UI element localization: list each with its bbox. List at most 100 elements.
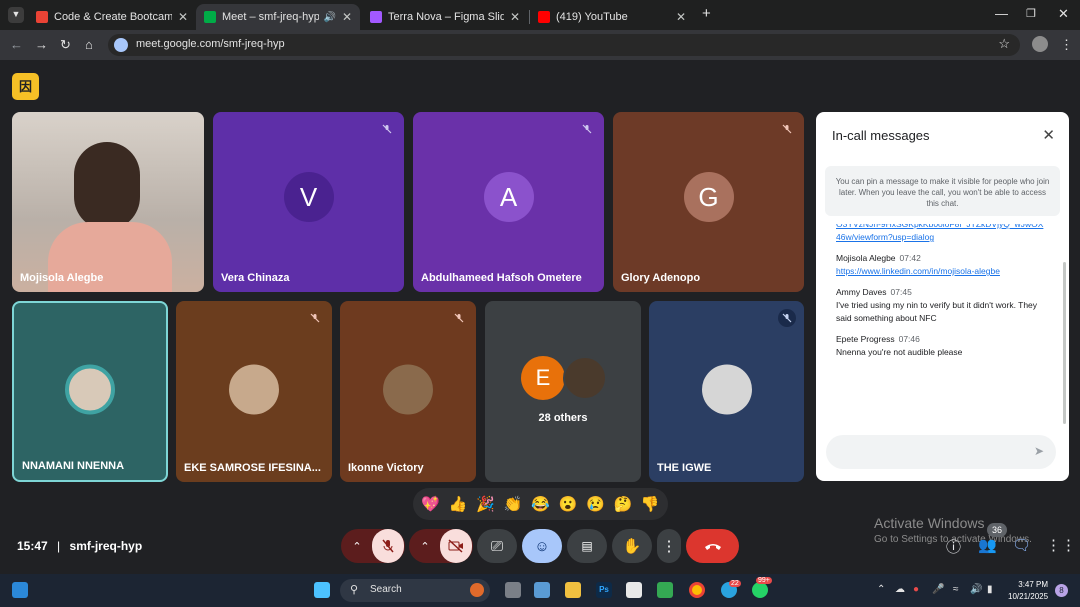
reaction-clapping[interactable]: 👏: [504, 495, 523, 513]
activities-icon[interactable]: ⋮⋮⋮: [1046, 536, 1080, 554]
message-input[interactable]: ➤: [826, 435, 1056, 469]
close-icon[interactable]: ✕: [510, 10, 520, 24]
avatar-letter: G: [683, 172, 734, 222]
close-icon[interactable]: ✕: [178, 10, 188, 24]
browser-toolbar: ← → ↻ ⌂ meet.google.com/smf-jreq-hyp ☆ ⋮: [0, 30, 1080, 60]
reaction-thumbs-up[interactable]: 👍: [449, 495, 468, 513]
tab-youtube[interactable]: (419) YouTube ✕: [530, 4, 694, 30]
battery-icon[interactable]: ▮: [987, 584, 993, 595]
notification-badge[interactable]: 8: [1055, 584, 1068, 597]
send-icon[interactable]: ➤: [1034, 444, 1044, 458]
close-icon[interactable]: ✕: [1042, 126, 1055, 144]
participant-tile[interactable]: Ikonne Victory: [340, 301, 476, 482]
participant-tile[interactable]: A Abdulhameed Hafsoh Ometere: [413, 112, 604, 292]
camera-off-toggle-icon[interactable]: [440, 529, 472, 563]
clock-time: 3:47 PM: [1018, 580, 1049, 589]
tab-bootcamp[interactable]: Code & Create Bootcamp Caro ✕: [28, 4, 196, 30]
sender-name: Mojisola Alegbe: [836, 253, 896, 263]
mic-options-chevron-icon[interactable]: ⌃: [342, 540, 372, 553]
camera-options-chevron-icon[interactable]: ⌃: [410, 540, 440, 553]
back-arrow-icon[interactable]: ←: [10, 37, 23, 52]
people-icon[interactable]: 👥: [978, 536, 997, 554]
leave-call-icon[interactable]: [686, 529, 739, 563]
message-item: O3YVzNJn-9HxSGKpkKb0oloF8f_JTZkDVjyQ_wJw…: [836, 224, 1048, 244]
mic-off-icon: [378, 120, 396, 138]
present-screen-icon[interactable]: ⎚: [477, 529, 517, 563]
forward-arrow-icon[interactable]: →: [35, 37, 48, 52]
site-info-icon[interactable]: [114, 38, 128, 52]
participant-count-badge: 36: [987, 523, 1007, 537]
more-options-icon[interactable]: ⋮: [657, 529, 681, 563]
alison-icon[interactable]: [626, 582, 642, 598]
store-icon[interactable]: [534, 582, 550, 598]
onedrive-icon[interactable]: ☁: [895, 584, 905, 595]
restore-icon[interactable]: ❐: [1026, 7, 1036, 20]
url-text[interactable]: meet.google.com/smf-jreq-hyp: [136, 38, 285, 50]
message-text: Nnenna you're not audible please: [836, 347, 963, 357]
reload-icon[interactable]: ↻: [60, 37, 71, 53]
message-meta: Epete Progress 07:46: [836, 333, 1048, 346]
reaction-tears-of-joy[interactable]: 😂: [531, 495, 550, 513]
participant-tile[interactable]: G Glory Adenopo: [613, 112, 804, 292]
search-highlight-icon: [470, 583, 484, 597]
whatsapp-icon[interactable]: [752, 582, 768, 598]
windows-start-icon[interactable]: [314, 582, 330, 598]
raise-hand-icon[interactable]: ✋: [612, 529, 652, 563]
avatar-letter: E: [521, 356, 565, 400]
meeting-details-icon[interactable]: ⓘ: [946, 536, 961, 557]
reaction-crying[interactable]: 😢: [586, 495, 605, 513]
avatar-photo: [65, 364, 115, 414]
menu-kebab-icon[interactable]: ⋮: [1060, 37, 1073, 53]
task-view-icon[interactable]: [505, 582, 521, 598]
chat-icon[interactable]: 🗨: [1012, 536, 1031, 554]
others-tile[interactable]: E 28 others: [485, 301, 641, 482]
captions-icon[interactable]: ▤: [567, 529, 607, 563]
meet-icon: [204, 11, 216, 23]
system-clock[interactable]: 3:47 PM 10/21/2025: [1008, 579, 1048, 603]
meet-logo-icon[interactable]: 因: [12, 73, 39, 100]
home-icon[interactable]: ⌂: [85, 37, 93, 52]
reaction-surprised[interactable]: 😮: [559, 495, 578, 513]
reaction-party-popper[interactable]: 🎉: [476, 495, 495, 513]
tab-meet[interactable]: Meet – smf-jreq-hyp 🔊 ✕: [196, 4, 360, 30]
taskbar-search[interactable]: ⚲ Search: [340, 579, 490, 602]
widgets-icon[interactable]: [12, 582, 28, 598]
participant-tile-speaking[interactable]: NNAMANI NNENNA: [12, 301, 168, 482]
participant-name: Ikonne Victory: [348, 462, 424, 474]
participant-tile[interactable]: V Vera Chinaza: [213, 112, 404, 292]
participant-tile-video[interactable]: Mojisola Alegbe: [12, 112, 204, 292]
chevron-up-icon[interactable]: ⌃: [877, 584, 885, 595]
address-bar[interactable]: meet.google.com/smf-jreq-hyp ☆: [108, 34, 1020, 56]
photoshop-icon[interactable]: Ps: [596, 582, 612, 598]
search-icon: ⚲: [350, 584, 359, 596]
close-icon[interactable]: ✕: [342, 10, 352, 24]
mic-off-toggle-icon[interactable]: [372, 529, 404, 563]
reaction-thumbs-down[interactable]: 👎: [641, 495, 660, 513]
close-icon[interactable]: ✕: [676, 10, 686, 24]
message-link[interactable]: O3YVzNJn-9HxSGKpkKb0oloF8f_JTZkDVjyQ_wJw…: [836, 224, 1048, 244]
wifi-icon[interactable]: ≈: [953, 584, 959, 595]
tab-figma[interactable]: Terra Nova – Figma Slides ✕: [362, 4, 528, 30]
speaker-icon[interactable]: 🔊: [323, 12, 335, 23]
profile-avatar-icon[interactable]: [1032, 36, 1048, 52]
message-time: 07:45: [890, 287, 912, 297]
volume-icon[interactable]: 🔊: [970, 584, 982, 595]
file-explorer-icon[interactable]: [565, 582, 581, 598]
microphone-icon[interactable]: 🎤: [932, 584, 944, 595]
play-games-icon[interactable]: [657, 582, 673, 598]
tab-search-chevron-icon[interactable]: ▼: [8, 7, 24, 23]
minimize-icon[interactable]: —: [995, 6, 1008, 21]
reaction-thinking[interactable]: 🤔: [613, 495, 632, 513]
participant-tile[interactable]: EKE SAMROSE IFESINA...: [176, 301, 332, 482]
chrome-icon[interactable]: [689, 582, 705, 598]
emoji-reactions-icon[interactable]: ☺: [522, 529, 562, 563]
reaction-sparkling-heart[interactable]: 💖: [421, 495, 440, 513]
bookmark-star-icon[interactable]: ☆: [998, 36, 1010, 52]
window-close-icon[interactable]: ✕: [1058, 6, 1069, 22]
sender-name: Epete Progress: [836, 334, 895, 344]
security-icon[interactable]: ●: [913, 584, 919, 595]
participant-tile[interactable]: THE IGWE: [649, 301, 804, 482]
message-link[interactable]: https://www.linkedin.com/in/mojisola-ale…: [836, 265, 1048, 278]
new-tab-plus-icon[interactable]: +: [702, 5, 711, 22]
chat-scrollbar[interactable]: [1063, 262, 1066, 424]
